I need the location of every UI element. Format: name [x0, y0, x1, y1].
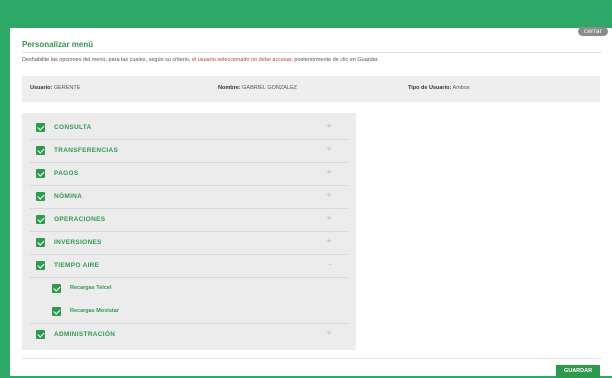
menu-item-inversiones[interactable]: INVERSIONES +	[30, 232, 348, 255]
usuario-label: Usuario:	[30, 85, 53, 91]
expand-icon[interactable]: +	[326, 214, 332, 222]
expand-icon[interactable]: +	[326, 329, 332, 337]
checkbox[interactable]	[36, 146, 45, 155]
save-button[interactable]: GUARDAR	[556, 365, 600, 378]
submenu-item-label: Recargas Movistar	[70, 308, 119, 314]
checkbox[interactable]	[36, 192, 45, 201]
instructions-text: Deshabilite las opciones del menú, para …	[22, 57, 379, 63]
checkbox[interactable]	[36, 123, 45, 132]
submenu-item-recargas-movistar[interactable]: Recargas Movistar	[30, 301, 348, 324]
expand-icon[interactable]: +	[326, 122, 332, 130]
checkbox[interactable]	[52, 284, 61, 293]
menu-item-label: NÓMINA	[54, 193, 83, 200]
usuario-value: GERENTE	[53, 85, 81, 91]
submenu-item-label: Recargas Telcel	[70, 285, 112, 291]
collapse-icon[interactable]: –	[329, 260, 333, 268]
checkbox[interactable]	[52, 307, 61, 316]
tipo-usuario-field: Tipo de Usuario: Ambos	[408, 85, 470, 91]
checkbox[interactable]	[36, 261, 45, 270]
checkbox[interactable]	[36, 215, 45, 224]
menu-item-transferencias[interactable]: TRANSFERENCIAS +	[30, 140, 348, 163]
menu-item-label: OPERACIONES	[54, 216, 106, 223]
customize-menu-panel: Personalizar menú Deshabilite las opcion…	[10, 28, 612, 378]
menu-options-list: CONSULTA + TRANSFERENCIAS + PAGOS + NÓMI…	[22, 113, 356, 350]
menu-item-label: CONSULTA	[54, 124, 92, 131]
close-button[interactable]: cerrar	[578, 27, 608, 36]
nombre-label: Nombre:	[218, 85, 241, 91]
checkbox[interactable]	[36, 238, 45, 247]
instructions-part: , posteriormente de clic en Guardar.	[291, 57, 379, 63]
menu-item-consulta[interactable]: CONSULTA +	[30, 117, 348, 140]
menu-item-nomina[interactable]: NÓMINA +	[30, 186, 348, 209]
expand-icon[interactable]: +	[326, 145, 332, 153]
menu-item-operaciones[interactable]: OPERACIONES +	[30, 209, 348, 232]
instructions-part: Deshabilite las opciones del menú, para …	[22, 57, 192, 63]
instructions-warning: el usuario seleccionado no debe accesar	[191, 57, 292, 63]
submenu-item-recargas-telcel[interactable]: Recargas Telcel	[30, 278, 348, 300]
menu-item-label: PAGOS	[54, 170, 79, 177]
divider	[22, 52, 602, 53]
menu-item-label: TIEMPO AIRE	[54, 262, 100, 269]
nombre-field: Nombre: GABRIEL GONZALEZ	[218, 85, 297, 91]
expand-icon[interactable]: +	[326, 237, 332, 245]
checkbox[interactable]	[36, 330, 45, 339]
menu-item-label: TRANSFERENCIAS	[54, 147, 119, 154]
page-title: Personalizar menú	[22, 40, 94, 49]
menu-item-administracion[interactable]: ADMINISTRACIÓN +	[30, 324, 348, 346]
menu-item-tiempo-aire[interactable]: TIEMPO AIRE –	[30, 255, 348, 278]
menu-item-label: ADMINISTRACIÓN	[54, 331, 116, 338]
tipo-usuario-value: Ambos	[452, 85, 470, 91]
divider	[22, 358, 602, 359]
expand-icon[interactable]: +	[326, 168, 332, 176]
menu-item-pagos[interactable]: PAGOS +	[30, 163, 348, 186]
usuario-field: Usuario: GERENTE	[30, 85, 80, 91]
menu-item-label: INVERSIONES	[54, 239, 102, 246]
user-info-bar: Usuario: GERENTE Nombre: GABRIEL GONZALE…	[22, 76, 600, 102]
tipo-usuario-label: Tipo de Usuario:	[408, 85, 452, 91]
checkbox[interactable]	[36, 169, 45, 178]
expand-icon[interactable]: +	[326, 191, 332, 199]
nombre-value: GABRIEL GONZALEZ	[242, 85, 297, 91]
